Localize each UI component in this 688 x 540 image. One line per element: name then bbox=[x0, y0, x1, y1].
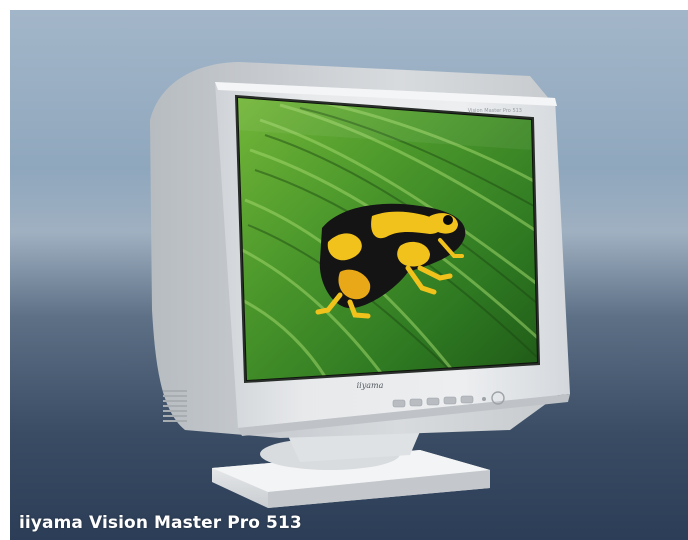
product-photo: Vision Master Pro 513 iiyama bbox=[10, 10, 688, 540]
bezel-model-label: Vision Master Pro 513 bbox=[468, 108, 522, 114]
monitor-screen bbox=[234, 94, 541, 384]
bezel-brand-logo: iiyama bbox=[357, 381, 384, 390]
svg-text:Vision Master Pro 513: Vision Master Pro 513 bbox=[468, 108, 522, 114]
photo-caption: iiyama Vision Master Pro 513 bbox=[19, 513, 302, 533]
